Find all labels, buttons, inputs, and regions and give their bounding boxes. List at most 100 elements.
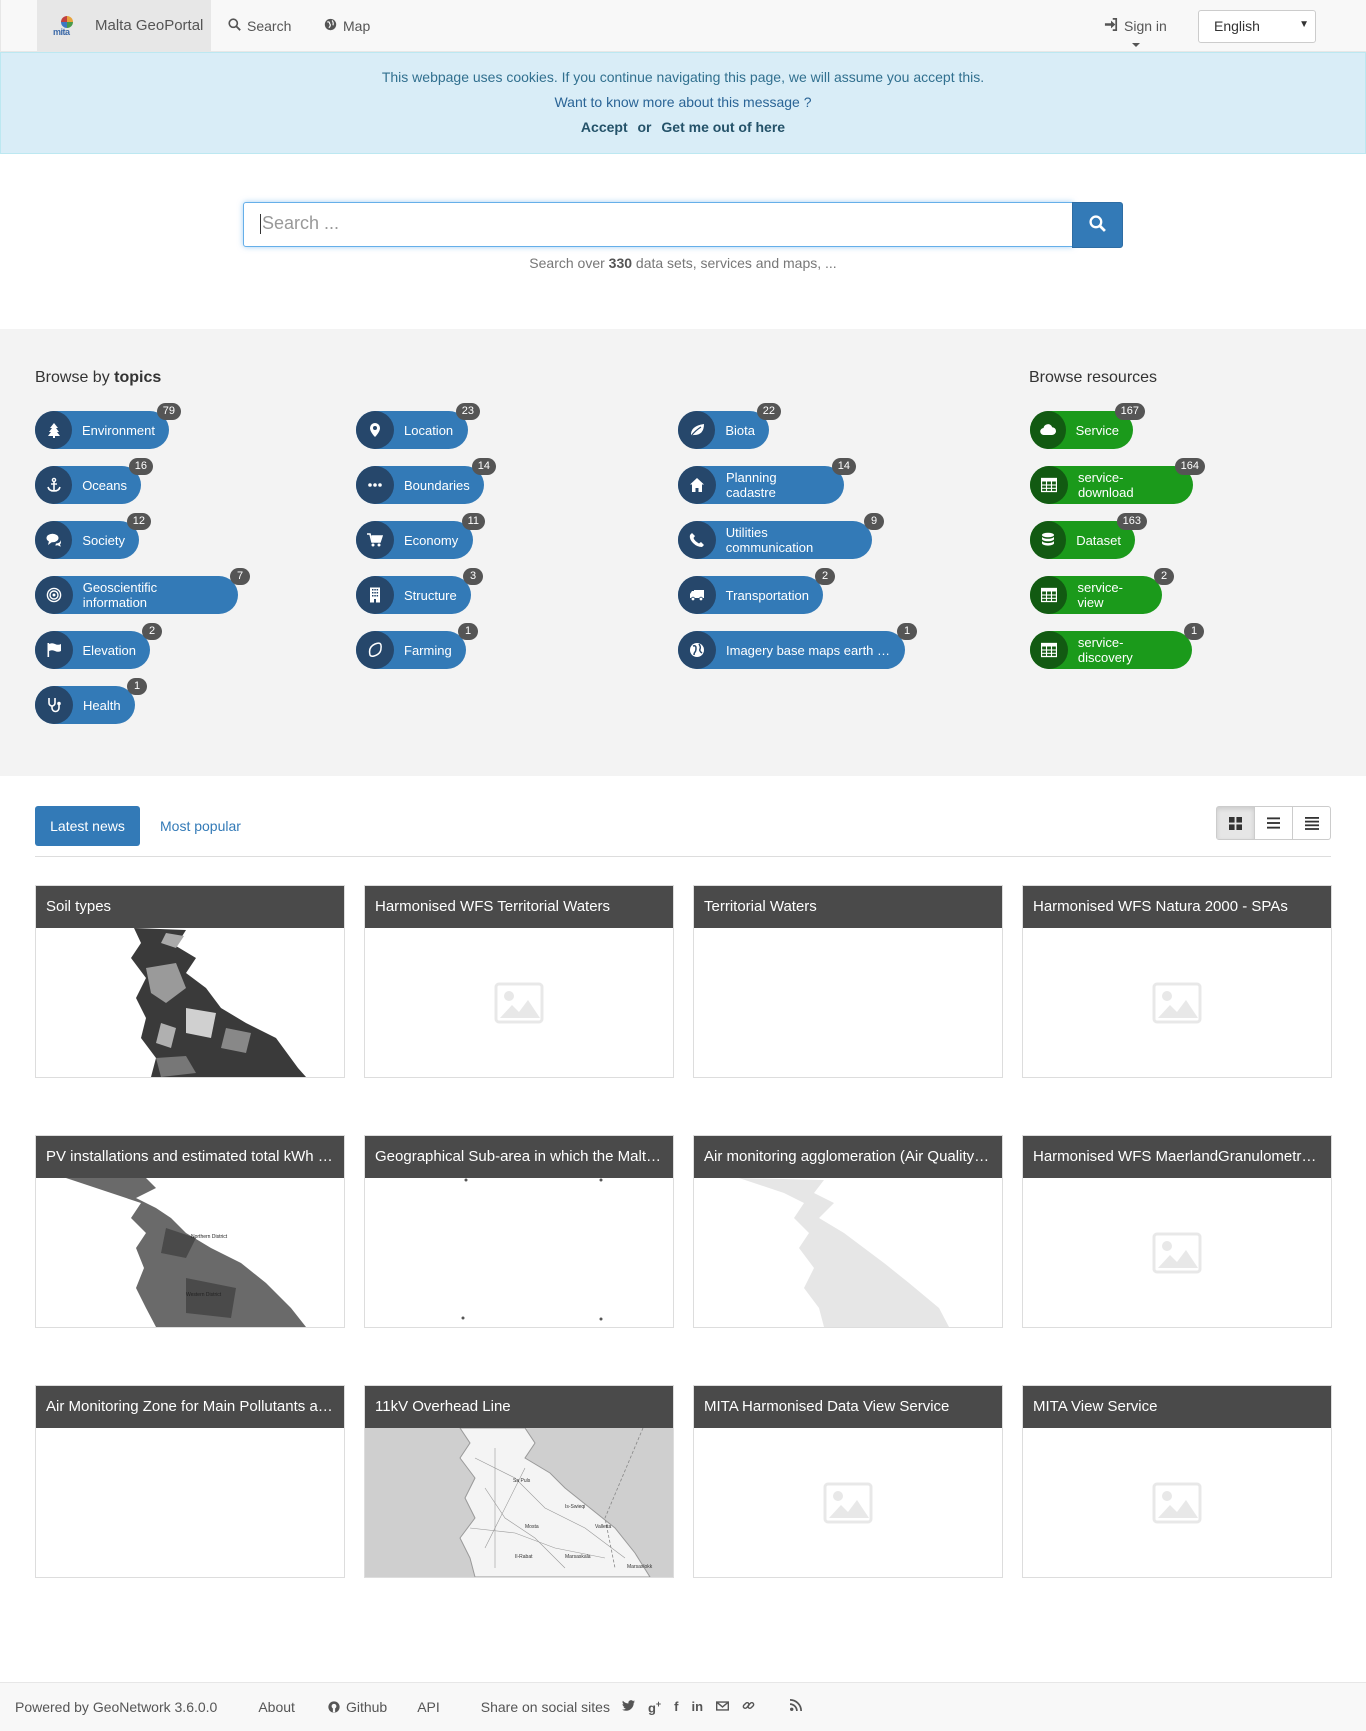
news-card-title[interactable]: Territorial Waters: [694, 886, 1002, 928]
news-card[interactable]: Soil types: [35, 885, 345, 1078]
news-card-title[interactable]: PV installations and estimated total kWh…: [36, 1136, 344, 1178]
topic-society[interactable]: Society 12: [35, 513, 151, 559]
news-card-title[interactable]: Air monitoring agglomeration (Air Qualit…: [694, 1136, 1002, 1178]
count-badge: 1: [897, 623, 917, 640]
news-card[interactable]: MITA Harmonised Data View Service: [693, 1385, 1003, 1578]
topic-boundaries[interactable]: Boundaries 14: [356, 458, 496, 504]
news-card-title[interactable]: 11kV Overhead Line: [365, 1386, 673, 1428]
topic-biota[interactable]: Biota 22: [678, 403, 781, 449]
facebook-icon[interactable]: f: [674, 1699, 678, 1714]
cookie-leave-link[interactable]: Get me out of here: [661, 119, 785, 135]
ellipsis-icon: [356, 466, 394, 504]
cookie-accept-link[interactable]: Accept: [581, 119, 628, 135]
news-card[interactable]: Harmonised WFS Territorial Waters: [364, 885, 674, 1078]
resource-service-discovery[interactable]: service-discovery 1: [1030, 623, 1204, 669]
tab-latest-news[interactable]: Latest news: [35, 806, 140, 846]
topic-label: Health: [83, 697, 121, 713]
email-icon[interactable]: [716, 1699, 730, 1714]
footer-api-link[interactable]: API: [417, 1699, 440, 1715]
news-card-title[interactable]: Geographical Sub-area in which the Malt…: [365, 1136, 673, 1178]
language-select[interactable]: English ▼: [1198, 10, 1316, 43]
globe-icon: [324, 18, 337, 34]
brand-link[interactable]: mita Malta GeoPortal: [37, 0, 211, 51]
topic-geoscientific-information[interactable]: Geoscientific information 7: [35, 568, 250, 614]
count-badge: 2: [1154, 568, 1174, 585]
topic-elevation[interactable]: Elevation 2: [35, 623, 162, 669]
list-view-button[interactable]: [1254, 807, 1292, 839]
cloud-icon: [1030, 411, 1066, 449]
news-card[interactable]: Air monitoring agglomeration (Air Qualit…: [693, 1135, 1003, 1328]
count-badge: 2: [815, 568, 835, 585]
news-card[interactable]: MITA View Service: [1022, 1385, 1332, 1578]
topic-imagery-base-maps-earth[interactable]: Imagery base maps earth … 1: [678, 623, 917, 669]
topic-oceans[interactable]: Oceans 16: [35, 458, 153, 504]
nav-map-link[interactable]: Map: [324, 0, 370, 51]
news-card-thumbnail: [694, 928, 1002, 1077]
link-icon[interactable]: [742, 1699, 755, 1715]
tree-icon: [35, 411, 73, 449]
news-card-title[interactable]: MITA View Service: [1023, 1386, 1331, 1428]
cookie-or-text: or: [637, 119, 652, 135]
news-card-title[interactable]: Soil types: [36, 886, 344, 928]
news-card-title[interactable]: Harmonised WFS Natura 2000 - SPAs: [1023, 886, 1331, 928]
news-card[interactable]: 11kV Overhead Line Sa Puls Is-Swieqi Vallet…: [364, 1385, 674, 1578]
grid-icon: [1229, 816, 1242, 830]
topic-planning-cadastre[interactable]: Planning cadastre 14: [678, 458, 856, 504]
compact-list-view-button[interactable]: [1292, 807, 1330, 839]
tab-most-popular[interactable]: Most popular: [160, 806, 241, 846]
nav-search-link[interactable]: Search: [228, 0, 291, 51]
sign-in-label: Sign in: [1124, 17, 1167, 34]
news-card-title[interactable]: Harmonised WFS MaerlandGranulometr…: [1023, 1136, 1331, 1178]
topic-farming[interactable]: Farming 1: [356, 623, 478, 669]
count-badge: 9: [864, 513, 884, 530]
twitter-icon[interactable]: [621, 1699, 635, 1714]
count-badge: 163: [1116, 513, 1147, 530]
nav-search-label: Search: [247, 17, 292, 34]
grid-view-button[interactable]: [1217, 807, 1254, 839]
news-card[interactable]: Territorial Waters: [693, 885, 1003, 1078]
resource-dataset[interactable]: Dataset 163: [1030, 513, 1147, 559]
search-button[interactable]: [1072, 202, 1123, 248]
count-badge: 1: [458, 623, 478, 640]
cookie-more-info-link[interactable]: Want to know more about this message ?: [1, 94, 1365, 110]
footer-powered-by[interactable]: Powered by GeoNetwork 3.6.0.0: [15, 1699, 217, 1715]
stethoscope-icon: [35, 686, 73, 724]
news-tabs: Latest news Most popular: [35, 806, 1331, 857]
google-plus-icon[interactable]: g+: [648, 1699, 661, 1715]
footer-github-link[interactable]: Github: [328, 1699, 387, 1715]
image-placeholder-icon: [1023, 928, 1331, 1077]
footer-about-link[interactable]: About: [258, 1699, 295, 1715]
search-input[interactable]: Search ...: [243, 202, 1073, 247]
linkedin-icon[interactable]: in: [692, 1699, 704, 1714]
topic-location[interactable]: Location 23: [356, 403, 480, 449]
news-card[interactable]: Geographical Sub-area in which the Malt…: [364, 1135, 674, 1328]
topic-label: Environment: [82, 422, 155, 438]
top-navbar: mita Malta GeoPortal Search Map Sign in …: [0, 0, 1366, 52]
news-card[interactable]: Air Monitoring Zone for Main Pollutants …: [35, 1385, 345, 1578]
topic-economy[interactable]: Economy 11: [356, 513, 485, 559]
svg-text:Western District: Western District: [186, 1292, 222, 1298]
leaf-icon: [678, 411, 716, 449]
topic-structure[interactable]: Structure 3: [356, 568, 483, 614]
resource-service[interactable]: Service 167: [1030, 403, 1145, 449]
resource-label: service-view: [1077, 580, 1123, 610]
news-card-thumbnail: [694, 1178, 1002, 1327]
truck-icon: [678, 576, 716, 614]
news-card-thumbnail: Northern District Western District: [36, 1178, 344, 1327]
news-card[interactable]: PV installations and estimated total kWh…: [35, 1135, 345, 1328]
news-card-title[interactable]: MITA Harmonised Data View Service: [694, 1386, 1002, 1428]
rss-icon[interactable]: [789, 1699, 803, 1714]
news-card[interactable]: Harmonised WFS Natura 2000 - SPAs: [1022, 885, 1332, 1078]
news-card-title[interactable]: Air Monitoring Zone for Main Pollutants …: [36, 1386, 344, 1428]
topic-transportation[interactable]: Transportation 2: [678, 568, 835, 614]
topic-health[interactable]: Health 1: [35, 678, 147, 724]
topic-utilities-communication[interactable]: Utilities communication 9: [678, 513, 884, 559]
news-card[interactable]: Harmonised WFS MaerlandGranulometr…: [1022, 1135, 1332, 1328]
sign-in-icon: [1104, 17, 1118, 34]
topic-label: Biota: [725, 422, 755, 438]
resource-service-download[interactable]: service-download 164: [1030, 458, 1205, 504]
topic-environment[interactable]: Environment 79: [35, 403, 181, 449]
news-card-title[interactable]: Harmonised WFS Territorial Waters: [365, 886, 673, 928]
resource-service-view[interactable]: service-view 2: [1030, 568, 1174, 614]
database-icon: [1030, 521, 1067, 559]
